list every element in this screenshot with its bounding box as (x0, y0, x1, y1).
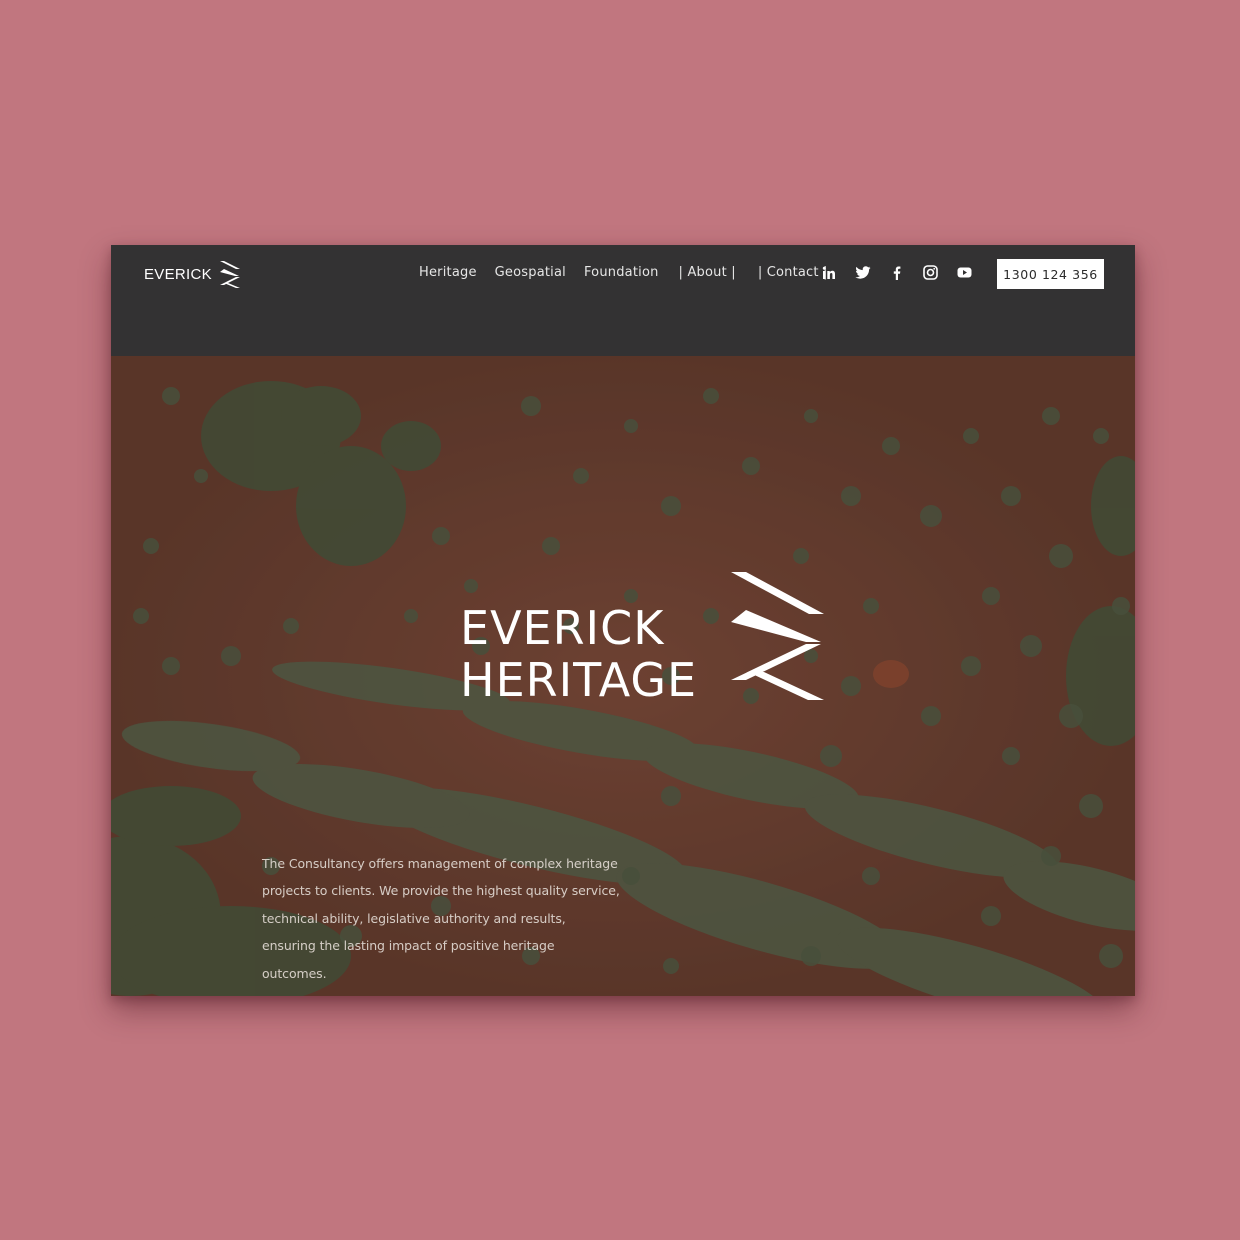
instagram-icon[interactable] (922, 264, 939, 281)
website-frame: EVERICK Heritage Geospatial Foundation |… (111, 245, 1135, 996)
facebook-icon[interactable] (888, 264, 905, 281)
nav-item-geospatial[interactable]: Geospatial (495, 265, 566, 280)
brand-name: EVERICK (144, 265, 212, 283)
social-links (820, 264, 973, 281)
nav-item-about[interactable]: | About | (679, 265, 736, 280)
nav-item-heritage[interactable]: Heritage (419, 265, 477, 280)
hero-title-line-2: HERITAGE (460, 653, 698, 707)
hero-logo: EVERICK HERITAGE (460, 572, 830, 712)
phone-button[interactable]: 1300 124 356 (997, 259, 1104, 289)
nav-item-contact[interactable]: | Contact | (758, 265, 828, 280)
hero-section: EVERICK HERITAGE The Consultancy offers … (111, 356, 1135, 996)
hero-title: EVERICK HERITAGE (460, 602, 697, 706)
hero-description: The Consultancy offers management of com… (262, 855, 620, 981)
chevron-stripes-logo-icon (218, 259, 242, 289)
hero-title-line-1: EVERICK (460, 601, 665, 655)
chevron-stripes-logo-icon (731, 572, 824, 700)
youtube-icon[interactable] (956, 264, 973, 281)
site-header: EVERICK Heritage Geospatial Foundation |… (111, 245, 1135, 356)
twitter-icon[interactable] (854, 264, 871, 281)
main-navigation: Heritage Geospatial Foundation | About |… (419, 265, 846, 280)
nav-item-foundation[interactable]: Foundation (584, 265, 659, 280)
linkedin-icon[interactable] (820, 264, 837, 281)
brand-logo-link[interactable]: EVERICK (144, 259, 242, 289)
